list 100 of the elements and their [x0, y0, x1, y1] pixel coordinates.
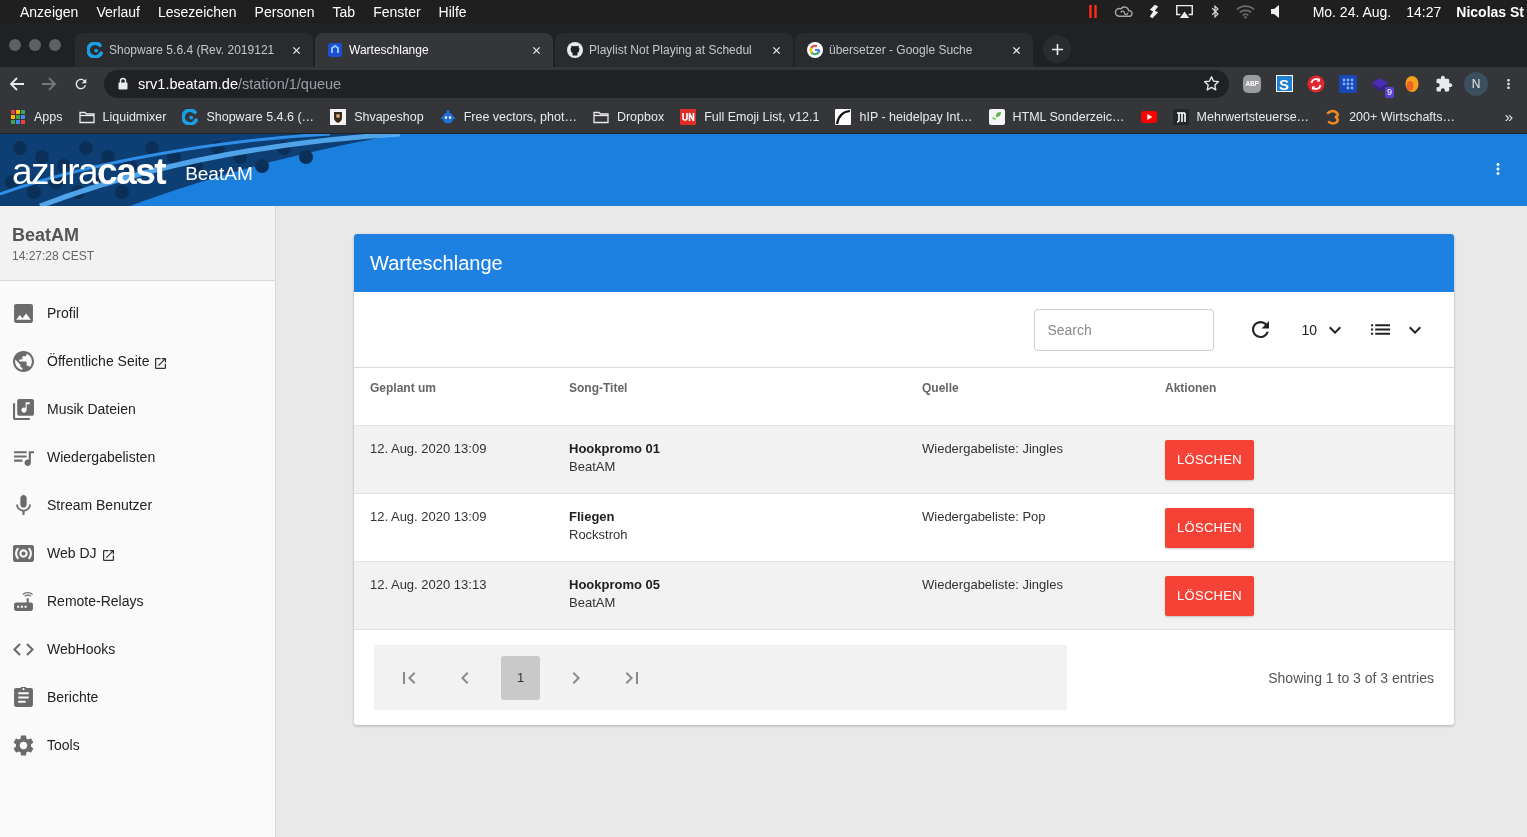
per-page-dropdown[interactable]: 10 [1301, 321, 1341, 338]
menu-item[interactable]: Fenster [373, 3, 421, 20]
letter-extension-button[interactable]: S [1268, 69, 1300, 98]
grid-icon [10, 108, 26, 125]
wifi-icon[interactable] [1235, 4, 1255, 19]
puzzle-icon [1435, 74, 1453, 93]
arc-icon [87, 42, 103, 58]
leaf-icon [988, 108, 1005, 125]
song-title: Hookpromo 05 [569, 576, 661, 592]
close-icon[interactable] [292, 45, 301, 55]
close-icon[interactable] [532, 45, 541, 55]
nav-item[interactable]: Wiedergabelisten [0, 433, 275, 481]
arrow-left-icon [9, 75, 25, 92]
extension-badge: 9 [1385, 86, 1394, 98]
tile-icon [680, 108, 697, 125]
song-source: Wiedergabeliste: Jingles [922, 440, 1063, 456]
scheduled-time: 12. Aug. 2020 13:13 [370, 576, 487, 592]
nav-item[interactable]: Öffentliche Seite [0, 337, 275, 385]
close-icon[interactable] [1012, 45, 1021, 55]
nav-item[interactable]: Web DJ [0, 529, 275, 577]
nav-item[interactable]: Berichte [0, 673, 275, 721]
menu-item[interactable]: Hilfe [438, 3, 467, 20]
bookmark[interactable]: Free vectors, phot… [431, 102, 585, 131]
columns-dropdown[interactable] [1371, 324, 1421, 335]
balloon-icon [1403, 74, 1421, 93]
window-control-icon[interactable] [29, 39, 41, 51]
menu-item[interactable]: Verlauf [96, 3, 140, 20]
nav-item[interactable]: Remote-Relays [0, 577, 275, 625]
grid-tile-icon [1339, 74, 1357, 93]
app-logo[interactable]: azuracast [12, 152, 166, 190]
square-logo-icon [327, 42, 343, 58]
bookmark[interactable]: Full Emoji List, v12.1 [672, 102, 828, 131]
more-bookmarks-button[interactable]: » [1504, 108, 1513, 125]
bookmark[interactable]: HTML Sonderzeic… [980, 102, 1133, 131]
menu-bar-user[interactable]: Nicolas St [1456, 3, 1524, 20]
menu-item[interactable]: Lesezeichen [158, 3, 237, 20]
bookmark[interactable]: Shvapeshop [322, 102, 432, 131]
refresh-button[interactable] [1252, 321, 1270, 338]
bookmark[interactable]: Mehrwertsteuerse… [1164, 102, 1318, 131]
close-icon[interactable] [772, 45, 781, 55]
router-icon [13, 590, 34, 612]
play-icon [1140, 108, 1157, 125]
card-title: Warteschlange [370, 251, 503, 275]
scheduled-time: 12. Aug. 2020 13:09 [370, 440, 487, 456]
delete-button[interactable]: LÖSCHEN [1165, 439, 1254, 480]
bookmark[interactable]: Dropbox [584, 102, 673, 131]
search-field[interactable]: Search [1034, 308, 1215, 351]
sidebar-station-name: BeatAM [12, 225, 79, 246]
bookmark[interactable]: Liquidmixer [70, 102, 175, 131]
song-source: Wiedergabeliste: Pop [922, 508, 1046, 524]
browser-tab[interactable]: übersetzer - Google Suche [795, 33, 1033, 67]
first-page-icon [402, 670, 416, 685]
song-artist: BeatAM [569, 594, 617, 610]
pause-icon[interactable] [1086, 4, 1099, 19]
delete-button[interactable]: LÖSCHEN [1165, 507, 1254, 548]
browser-tab[interactable]: Warteschlange [315, 33, 553, 67]
nav-item[interactable]: Stream Benutzer [0, 481, 275, 529]
nav-item[interactable]: Musik Dateien [0, 385, 275, 433]
entries-summary: Showing 1 to 3 of 3 entries [1268, 669, 1434, 686]
extension-button[interactable]: 9 [1364, 69, 1396, 98]
page-button[interactable]: 1 [501, 655, 540, 700]
new-tab-button[interactable] [1043, 35, 1071, 63]
screen-icon[interactable] [1174, 4, 1194, 19]
nav-item[interactable]: Tools [0, 721, 275, 769]
arrow-right-icon [41, 75, 57, 92]
browser-tab[interactable]: Playlist Not Playing at Schedul [555, 33, 793, 67]
bookmark[interactable]: Apps [2, 102, 71, 131]
column-header[interactable]: Aktionen [1165, 381, 1217, 395]
column-header[interactable]: Quelle [922, 381, 959, 395]
song-title: Fliegen [569, 508, 616, 524]
bolt-icon[interactable] [1147, 4, 1160, 19]
bookmark[interactable]: Shopware 5.4.6 (… [174, 102, 323, 131]
browser-tab[interactable]: Shopware 5.6.4 (Rev. 2019121 [75, 33, 313, 67]
delete-button[interactable]: LÖSCHEN [1165, 575, 1254, 616]
star-icon[interactable] [1202, 74, 1221, 93]
scheduled-time: 12. Aug. 2020 13:09 [370, 508, 487, 524]
bookmark[interactable]: 200+ Wirtschafts… [1317, 102, 1464, 131]
window-control-icon[interactable] [49, 39, 61, 51]
nav-item[interactable]: WebHooks [0, 625, 275, 673]
menu-item[interactable]: Personen [254, 3, 315, 20]
song-source: Wiedergabeliste: Jingles [922, 576, 1063, 592]
settings-icon [13, 734, 34, 756]
cloud-icon[interactable] [1113, 4, 1133, 19]
column-header[interactable]: Song-Titel [569, 381, 628, 395]
song-title: Hookpromo 01 [569, 440, 661, 456]
nav-item[interactable]: Profil [0, 289, 275, 337]
menu-item[interactable]: Anzeigen [20, 3, 79, 20]
swirl-icon [1325, 108, 1342, 125]
column-header[interactable]: Geplant um [370, 381, 436, 395]
bookmark[interactable]: hIP - heidelpay Int… [827, 102, 981, 131]
microphone-icon [13, 494, 34, 516]
address-bar[interactable]: srv1.beatam.de/station/1/queue [104, 69, 1229, 98]
station-name: BeatAM [185, 163, 253, 185]
arc-icon [182, 108, 199, 125]
menu-item[interactable]: Tab [332, 3, 356, 20]
profile-avatar[interactable]: N [1464, 71, 1488, 96]
menu-bar-date[interactable]: Mo. 24. Aug. [1312, 3, 1392, 20]
window-control-icon[interactable] [9, 39, 21, 51]
menu-bar-time[interactable]: 14:27 [1406, 3, 1442, 20]
speaker-icon[interactable] [1269, 4, 1282, 19]
